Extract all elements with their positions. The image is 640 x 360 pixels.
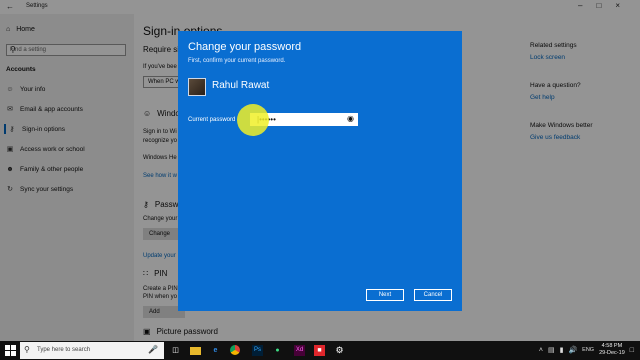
volume-icon[interactable]: 🔊: [568, 346, 577, 354]
language-indicator[interactable]: ENG: [582, 347, 594, 353]
taskbar-search-box[interactable]: ⚲ Type here to search 🎤: [20, 342, 164, 359]
current-password-label: Current password: [188, 117, 236, 123]
task-view-icon[interactable]: ◫: [170, 345, 181, 356]
network-icon[interactable]: ▤: [548, 346, 555, 354]
next-button[interactable]: Next: [366, 289, 404, 301]
clock-date: 29-Dec-19: [599, 350, 625, 356]
battery-icon[interactable]: ▮: [560, 346, 564, 354]
avatar: [188, 78, 206, 96]
cancel-button[interactable]: Cancel: [414, 289, 452, 301]
file-explorer-icon[interactable]: [190, 345, 201, 356]
adobe-xd-icon[interactable]: Xd: [294, 345, 305, 356]
microphone-icon[interactable]: 🎤: [148, 345, 158, 354]
screen-recorder-icon[interactable]: ■: [314, 345, 325, 356]
dialog-title: Change your password: [188, 41, 302, 53]
edge-browser-icon[interactable]: e: [210, 345, 221, 356]
user-name: Rahul Rawat: [212, 80, 270, 91]
taskbar: ⚲ Type here to search 🎤 ◫ e Ps ● Xd ■ ⚙ …: [0, 341, 640, 360]
chevron-up-icon[interactable]: ˄: [539, 347, 543, 354]
windows-start-icon[interactable]: [5, 345, 16, 356]
clock-time: 4:58 PM: [601, 343, 623, 349]
search-icon: ⚲: [24, 345, 30, 354]
reveal-password-eye-icon[interactable]: ◉: [347, 114, 354, 123]
cursor-highlight: [237, 104, 269, 136]
settings-gear-icon[interactable]: ⚙: [334, 345, 345, 356]
taskbar-search-placeholder: Type here to search: [37, 347, 91, 353]
clock[interactable]: 4:58 PM 29-Dec-19: [599, 343, 625, 357]
system-tray: ˄ ▤ ▮ 🔊 ENG 4:58 PM 29-Dec-19 □: [539, 343, 634, 357]
notifications-icon[interactable]: □: [630, 347, 634, 354]
photoshop-icon[interactable]: Ps: [252, 345, 263, 356]
change-password-dialog: Change your password First, confirm your…: [178, 31, 462, 311]
android-studio-icon[interactable]: ●: [272, 345, 283, 356]
chrome-icon[interactable]: [230, 345, 241, 356]
dialog-subtitle: First, confirm your current password.: [188, 58, 286, 64]
